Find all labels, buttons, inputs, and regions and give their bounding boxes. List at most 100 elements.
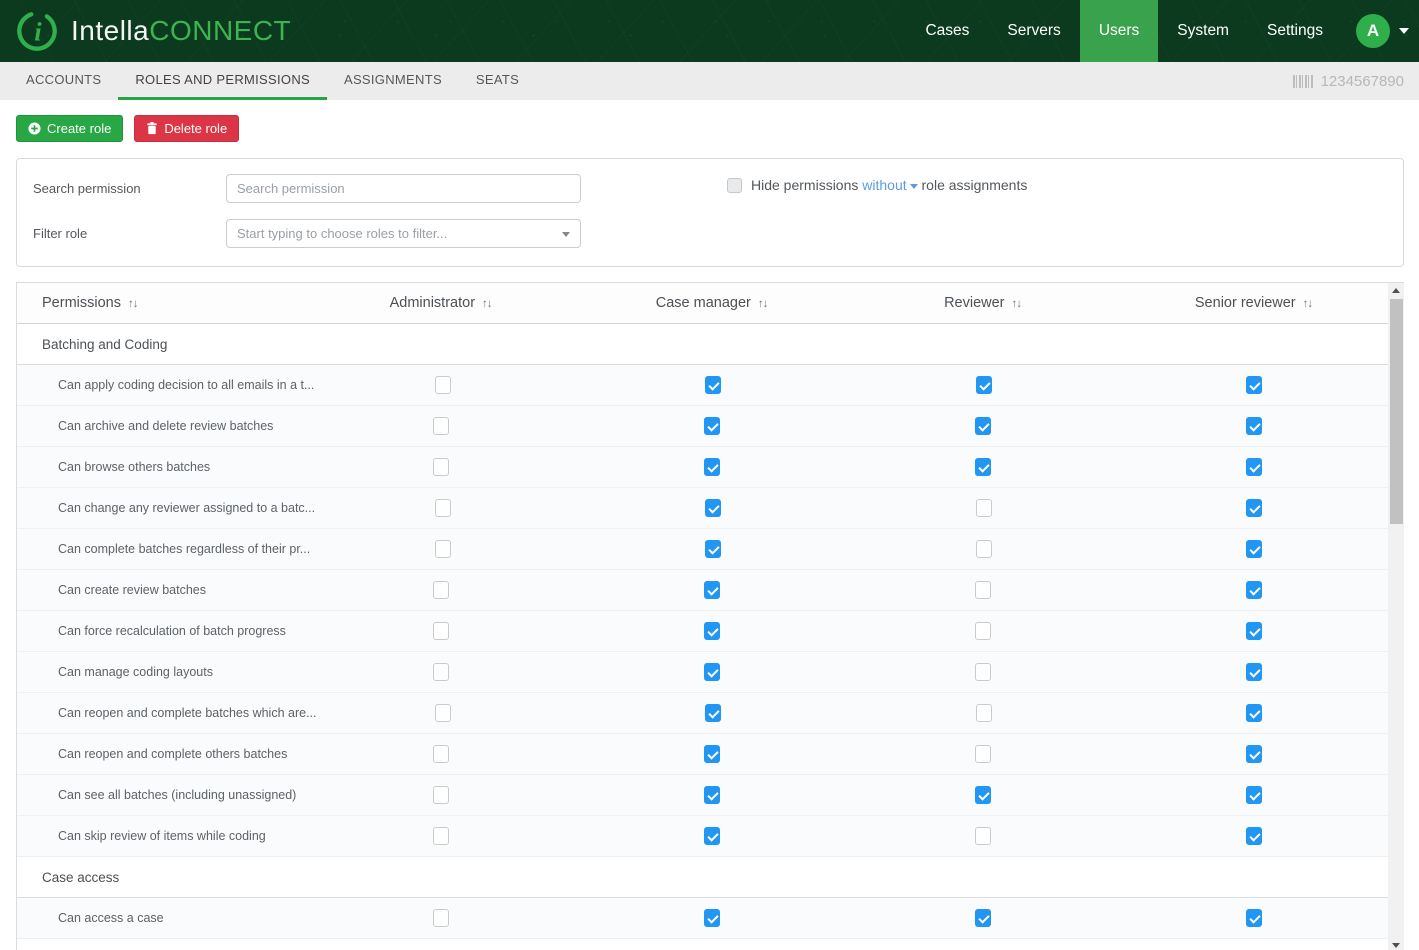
chevron-down-icon[interactable] [562,232,570,237]
checked-checkbox-senior_reviewer[interactable] [1246,663,1262,681]
checked-checkbox-case_manager[interactable] [704,417,720,435]
checked-checkbox-reviewer[interactable] [975,786,991,804]
filter-panel: Search permission Filter role Start typi… [16,158,1404,267]
checked-checkbox-senior_reviewer[interactable] [1246,745,1262,763]
unchecked-checkbox-administrator[interactable] [433,786,449,804]
unchecked-checkbox-reviewer[interactable] [975,745,991,763]
checked-checkbox-case_manager[interactable] [704,622,720,640]
filter-role-select[interactable]: Start typing to choose roles to filter..… [226,219,581,248]
unchecked-checkbox-administrator[interactable] [435,376,451,394]
permission-row: Can apply coding decision to all emails … [17,365,1389,406]
chevron-down-icon[interactable] [1399,28,1409,34]
checked-checkbox-case_manager[interactable] [705,704,721,722]
checked-checkbox-senior_reviewer[interactable] [1246,376,1262,394]
scroll-up-arrow[interactable] [1388,283,1404,298]
checked-checkbox-senior_reviewer[interactable] [1246,827,1262,845]
without-dropdown-link[interactable]: without [862,177,906,193]
delete-role-button[interactable]: Delete role [134,115,239,142]
nav-item-settings[interactable]: Settings [1248,0,1342,62]
permission-cell-administrator [305,827,576,845]
checked-checkbox-case_manager[interactable] [705,540,721,558]
permission-cell-reviewer [847,745,1118,763]
permission-cell-reviewer [847,786,1118,804]
nav-item-servers[interactable]: Servers [988,0,1079,62]
checked-checkbox-case_manager[interactable] [704,581,720,599]
user-menu[interactable]: A [1342,0,1419,62]
tab-accounts[interactable]: ACCOUNTS [9,62,118,100]
nav-item-cases[interactable]: Cases [906,0,988,62]
unchecked-checkbox-administrator[interactable] [433,909,449,927]
scrollbar-thumb[interactable] [1390,299,1403,524]
sort-icon[interactable]: ↑↓ [1303,298,1313,310]
hide-permissions-checkbox[interactable] [727,178,742,193]
checked-checkbox-reviewer[interactable] [976,376,992,394]
sort-icon[interactable]: ↑↓ [128,298,138,310]
unchecked-checkbox-administrator[interactable] [433,417,449,435]
permission-label: Can skip review of items while coding [17,829,305,843]
unchecked-checkbox-reviewer[interactable] [975,663,991,681]
checked-checkbox-reviewer[interactable] [975,417,991,435]
checked-checkbox-senior_reviewer[interactable] [1246,540,1262,558]
checked-checkbox-senior_reviewer[interactable] [1246,786,1262,804]
unchecked-checkbox-reviewer[interactable] [975,827,991,845]
permission-label: Can manage coding layouts [17,665,305,679]
checked-checkbox-senior_reviewer[interactable] [1246,417,1262,435]
unchecked-checkbox-administrator[interactable] [433,663,449,681]
chevron-down-icon[interactable] [910,184,918,189]
sort-icon[interactable]: ↑↓ [758,298,768,310]
scroll-down-arrow[interactable] [1388,938,1404,950]
checked-checkbox-senior_reviewer[interactable] [1246,499,1262,517]
checked-checkbox-case_manager[interactable] [704,745,720,763]
tab-assignments[interactable]: ASSIGNMENTS [327,62,459,100]
nav-item-users[interactable]: Users [1080,0,1158,62]
nav-item-system[interactable]: System [1158,0,1248,62]
checked-checkbox-case_manager[interactable] [705,376,721,394]
checked-checkbox-case_manager[interactable] [704,663,720,681]
unchecked-checkbox-administrator[interactable] [433,581,449,599]
tab-seats[interactable]: SEATS [459,62,536,100]
sub-tabbar: ACCOUNTSROLES AND PERMISSIONSASSIGNMENTS… [0,62,1419,100]
checked-checkbox-case_manager[interactable] [704,786,720,804]
permission-cell-administrator [305,581,576,599]
svg-text:i: i [34,17,42,47]
checked-checkbox-senior_reviewer[interactable] [1246,909,1262,927]
column-header-case-manager: Case manager↑↓ [576,295,847,311]
checked-checkbox-reviewer[interactable] [975,458,991,476]
checked-checkbox-reviewer[interactable] [975,909,991,927]
permission-cell-case_manager [576,786,847,804]
avatar[interactable]: A [1356,14,1390,48]
unchecked-checkbox-reviewer[interactable] [976,499,992,517]
unchecked-checkbox-administrator[interactable] [435,499,451,517]
permission-cell-senior_reviewer [1118,745,1389,763]
permission-cell-case_manager [578,704,848,722]
unchecked-checkbox-reviewer[interactable] [975,581,991,599]
sort-icon[interactable]: ↑↓ [1012,298,1022,310]
unchecked-checkbox-administrator[interactable] [433,827,449,845]
unchecked-checkbox-reviewer[interactable] [975,622,991,640]
create-role-button[interactable]: Create role [16,115,123,142]
top-navbar: i IntellaCONNECT CasesServersUsersSystem… [0,0,1419,62]
checked-checkbox-case_manager[interactable] [705,499,721,517]
section-header-case-access: Case access [17,857,1389,898]
unchecked-checkbox-reviewer[interactable] [976,540,992,558]
permission-row: Can complete batches regardless of their… [17,529,1389,570]
checked-checkbox-senior_reviewer[interactable] [1246,581,1262,599]
unchecked-checkbox-administrator[interactable] [433,745,449,763]
unchecked-checkbox-reviewer[interactable] [976,704,992,722]
unchecked-checkbox-administrator[interactable] [435,704,451,722]
checked-checkbox-senior_reviewer[interactable] [1246,622,1262,640]
checked-checkbox-case_manager[interactable] [704,909,720,927]
checked-checkbox-senior_reviewer[interactable] [1246,704,1262,722]
permission-cell-case_manager [576,581,847,599]
checked-checkbox-case_manager[interactable] [704,458,720,476]
tab-roles-and-permissions[interactable]: ROLES AND PERMISSIONS [118,62,327,100]
unchecked-checkbox-administrator[interactable] [435,540,451,558]
filter-role-row: Filter role Start typing to choose roles… [33,219,1387,248]
checked-checkbox-case_manager[interactable] [704,827,720,845]
unchecked-checkbox-administrator[interactable] [433,458,449,476]
checked-checkbox-senior_reviewer[interactable] [1246,458,1262,476]
unchecked-checkbox-administrator[interactable] [433,622,449,640]
vertical-scrollbar[interactable] [1388,283,1404,950]
search-permission-input[interactable] [226,174,581,203]
sort-icon[interactable]: ↑↓ [482,298,492,310]
